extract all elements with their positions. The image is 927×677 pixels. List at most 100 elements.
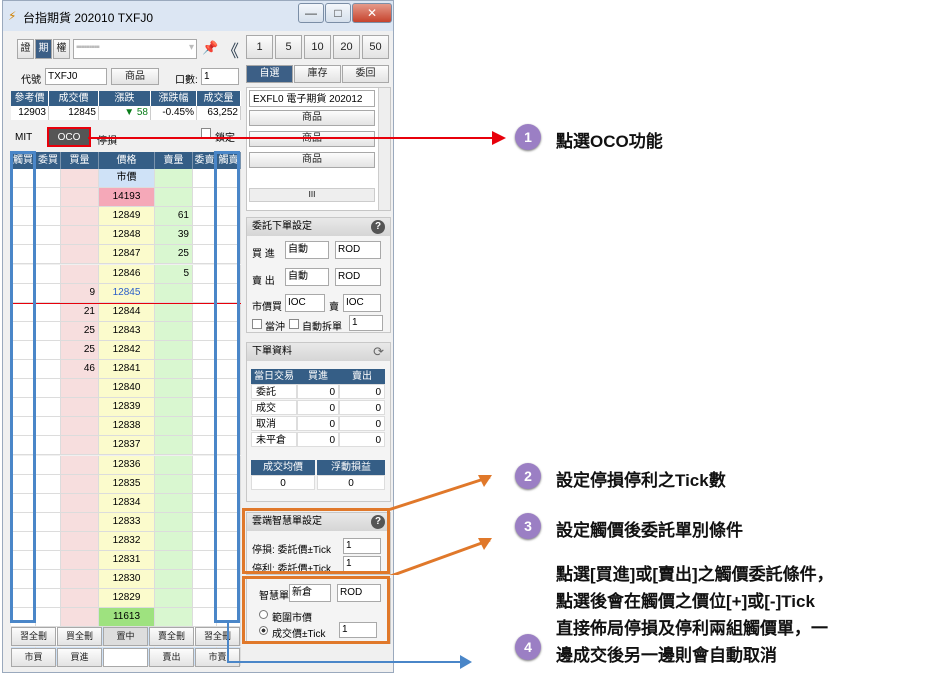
code-input[interactable]: TXFJ0	[45, 68, 107, 85]
price-cell[interactable]: 12841	[99, 360, 155, 380]
price-cell[interactable]: 市價	[99, 169, 155, 189]
ask-qty-cell[interactable]	[155, 188, 193, 208]
buy-order-cell[interactable]	[36, 188, 61, 208]
buy-order-cell[interactable]	[36, 589, 61, 609]
split-input[interactable]: 1	[349, 315, 383, 331]
tab-options[interactable]: 權	[53, 39, 70, 59]
bid-qty-cell[interactable]	[61, 589, 99, 609]
price-cell[interactable]: 12849	[99, 207, 155, 227]
ask-qty-cell[interactable]	[155, 551, 193, 571]
maximize-button[interactable]: □	[325, 3, 351, 23]
price-cell[interactable]: 12838	[99, 417, 155, 437]
price-cell[interactable]: 12844	[99, 302, 155, 322]
buy-order-cell[interactable]	[36, 169, 61, 189]
price-cell[interactable]: 11613	[99, 608, 155, 628]
ask-qty-cell[interactable]	[155, 531, 193, 551]
buy-order-cell[interactable]	[36, 379, 61, 399]
bid-qty-cell[interactable]	[61, 455, 99, 475]
price-cell[interactable]: 12839	[99, 398, 155, 418]
buy-order-cell[interactable]	[36, 417, 61, 437]
ask-qty-cell[interactable]	[155, 417, 193, 437]
product-button-1[interactable]: 商品	[249, 110, 375, 126]
buy-order-cell[interactable]	[36, 398, 61, 418]
price-cell[interactable]: 12843	[99, 321, 155, 341]
bid-qty-cell[interactable]	[61, 226, 99, 246]
buy-order-cell[interactable]	[36, 245, 61, 265]
daytrade-checkbox[interactable]	[252, 319, 262, 329]
ask-qty-cell[interactable]	[155, 474, 193, 494]
horizontal-scrollbar[interactable]: III	[249, 188, 375, 202]
bid-qty-cell[interactable]	[61, 531, 99, 551]
ask-qty-cell[interactable]	[155, 169, 193, 189]
price-cell[interactable]: 12848	[99, 226, 155, 246]
autosplit-checkbox[interactable]	[289, 319, 299, 329]
bottom-order-button[interactable]: 市買	[11, 648, 56, 667]
buy-order-cell[interactable]	[36, 264, 61, 284]
ask-qty-cell[interactable]	[155, 340, 193, 360]
list-tab[interactable]: 委回	[342, 65, 389, 83]
price-cell[interactable]: 12836	[99, 455, 155, 475]
bottom-action-button[interactable]: 習全刪	[11, 627, 56, 646]
bid-qty-cell[interactable]	[61, 551, 99, 571]
product-button[interactable]: 商品	[111, 68, 159, 85]
sell-type-select[interactable]: ROD	[335, 268, 381, 286]
buy-order-cell[interactable]	[36, 302, 61, 322]
price-cell[interactable]: 12846	[99, 264, 155, 284]
bid-qty-cell[interactable]	[61, 245, 99, 265]
buy-order-cell[interactable]	[36, 512, 61, 532]
ask-qty-cell[interactable]: 39	[155, 226, 193, 246]
minimize-button[interactable]: —	[298, 3, 324, 23]
price-cell[interactable]: 12835	[99, 474, 155, 494]
product-item[interactable]: EXFL0 電子期貨 202012	[249, 90, 375, 107]
market-buy-select[interactable]: IOC	[285, 294, 325, 312]
ask-qty-cell[interactable]	[155, 493, 193, 513]
bid-qty-cell[interactable]	[61, 264, 99, 284]
buy-order-cell[interactable]	[36, 321, 61, 341]
bottom-action-button[interactable]: 置中	[103, 627, 148, 646]
ask-qty-cell[interactable]: 5	[155, 264, 193, 284]
bid-qty-cell[interactable]: 25	[61, 321, 99, 341]
refresh-icon[interactable]: ⟳	[373, 344, 384, 360]
ask-qty-cell[interactable]	[155, 379, 193, 399]
bid-qty-cell[interactable]	[61, 608, 99, 628]
ask-qty-cell[interactable]	[155, 302, 193, 322]
tick-button[interactable]: 1	[246, 35, 273, 59]
buy-order-cell[interactable]	[36, 226, 61, 246]
mit-tab[interactable]: MIT	[15, 132, 32, 143]
price-cell[interactable]: 12830	[99, 570, 155, 590]
ask-qty-cell[interactable]	[155, 589, 193, 609]
bottom-action-button[interactable]: 賣全刪	[149, 627, 194, 646]
buy-order-cell[interactable]	[36, 436, 61, 456]
bottom-order-button[interactable]: 市賣	[195, 648, 240, 667]
buy-order-cell[interactable]	[36, 608, 61, 628]
bottom-order-button[interactable]: 賣出	[149, 648, 194, 667]
tick-button[interactable]: 20	[333, 35, 360, 59]
buy-order-cell[interactable]	[36, 340, 61, 360]
ask-qty-cell[interactable]	[155, 570, 193, 590]
bid-qty-cell[interactable]	[61, 417, 99, 437]
ask-qty-cell[interactable]	[155, 360, 193, 380]
buy-order-cell[interactable]	[36, 283, 61, 303]
price-cell[interactable]: 12832	[99, 531, 155, 551]
lots-input[interactable]: 1	[201, 68, 239, 85]
close-button[interactable]: ✕	[352, 3, 392, 23]
ask-qty-cell[interactable]	[155, 321, 193, 341]
bid-qty-cell[interactable]	[61, 207, 99, 227]
price-cell[interactable]: 12831	[99, 551, 155, 571]
ask-qty-cell[interactable]	[155, 398, 193, 418]
bid-qty-cell[interactable]	[61, 169, 99, 189]
vertical-scrollbar[interactable]	[378, 88, 390, 210]
ask-qty-cell[interactable]	[155, 455, 193, 475]
bottom-action-button[interactable]: 習全刪	[195, 627, 240, 646]
bid-qty-cell[interactable]	[61, 512, 99, 532]
price-cell[interactable]: 12829	[99, 589, 155, 609]
tab-stock[interactable]: 證	[17, 39, 34, 59]
collapse-icon[interactable]: 《	[222, 37, 239, 62]
buy-order-cell[interactable]	[36, 360, 61, 380]
pin-icon[interactable]: 📌	[202, 40, 218, 56]
bid-qty-cell[interactable]	[61, 398, 99, 418]
tick-button[interactable]: 5	[275, 35, 302, 59]
buy-order-cell[interactable]	[36, 551, 61, 571]
bid-qty-cell[interactable]	[61, 436, 99, 456]
bid-qty-cell[interactable]: 46	[61, 360, 99, 380]
